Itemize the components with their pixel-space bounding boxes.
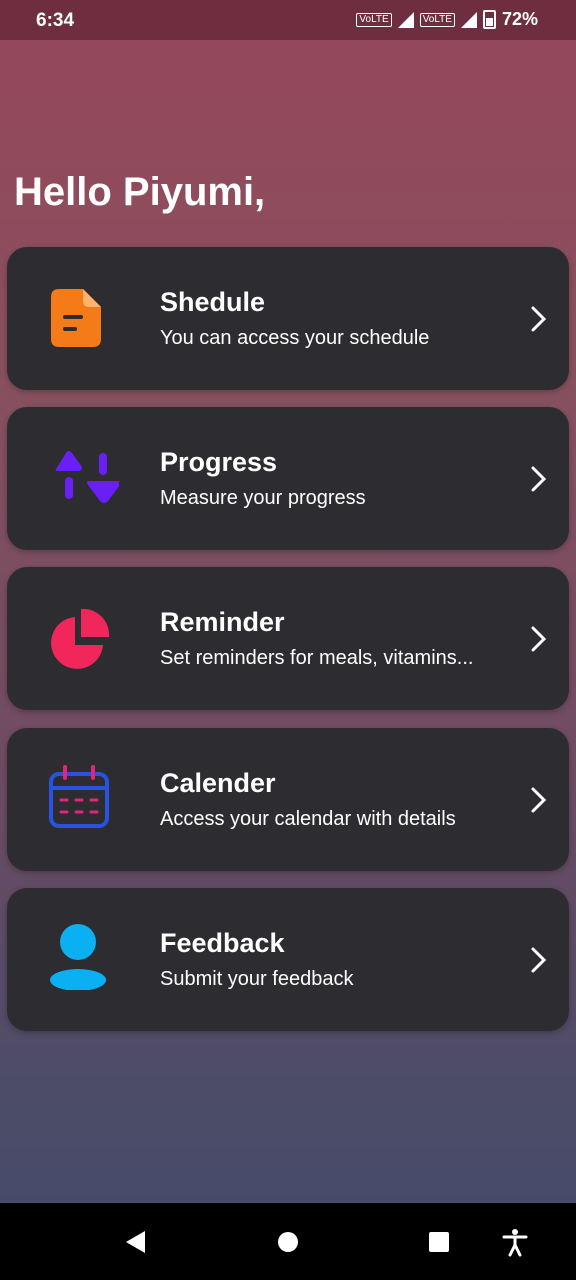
pie-chart-icon bbox=[51, 608, 110, 669]
card-subtitle: Submit your feedback bbox=[160, 968, 354, 990]
accessibility-icon[interactable] bbox=[500, 1227, 530, 1257]
home-icon[interactable] bbox=[273, 1227, 303, 1257]
card-subtitle: Access your calendar with details bbox=[160, 808, 456, 830]
schedule-card[interactable]: Shedule You can access your schedule bbox=[7, 247, 569, 390]
chevron-right-icon bbox=[531, 306, 547, 332]
volte-icon-2: VoLTE bbox=[419, 12, 455, 27]
battery-level: 72% bbox=[501, 9, 538, 29]
status-time: 6:34 bbox=[36, 10, 75, 31]
chevron-right-icon bbox=[531, 947, 547, 973]
calendar-icon bbox=[49, 765, 109, 828]
navigation-bar bbox=[0, 1203, 576, 1280]
card-title: Reminder bbox=[160, 607, 285, 637]
card-title: Feedback bbox=[160, 928, 285, 958]
card-subtitle: Measure your progress bbox=[160, 487, 366, 509]
chevron-right-icon bbox=[531, 787, 547, 813]
back-icon[interactable] bbox=[120, 1227, 150, 1257]
card-title: Shedule bbox=[160, 287, 266, 317]
user-icon bbox=[50, 924, 106, 990]
status-icons: VoLTE VoLTE 72% bbox=[356, 9, 538, 30]
status-bar: 6:34 VoLTE VoLTE 72% bbox=[0, 0, 576, 40]
card-title: Progress bbox=[160, 447, 278, 477]
document-icon bbox=[51, 289, 101, 347]
feedback-card[interactable]: Feedback Submit your feedback bbox=[7, 888, 569, 1031]
chevron-right-icon bbox=[531, 626, 547, 652]
chevron-right-icon bbox=[531, 466, 547, 492]
card-title: Calender bbox=[160, 768, 276, 798]
progress-card[interactable]: Progress Measure your progress bbox=[7, 407, 569, 550]
sort-arrows-icon bbox=[55, 451, 119, 503]
card-subtitle: You can access your schedule bbox=[160, 327, 430, 349]
calendar-card[interactable]: Calender Access your calendar with detai… bbox=[7, 728, 569, 871]
signal-icon bbox=[397, 11, 414, 28]
volte-icon: VoLTE bbox=[356, 12, 392, 27]
greeting-title: Hello Piyumi, bbox=[14, 170, 266, 214]
card-subtitle: Set reminders for meals, vitamins... bbox=[160, 647, 474, 669]
battery-icon bbox=[482, 10, 496, 29]
recents-icon[interactable] bbox=[424, 1227, 454, 1257]
signal-icon-2 bbox=[460, 11, 477, 28]
reminder-card[interactable]: Reminder Set reminders for meals, vitami… bbox=[7, 567, 569, 710]
